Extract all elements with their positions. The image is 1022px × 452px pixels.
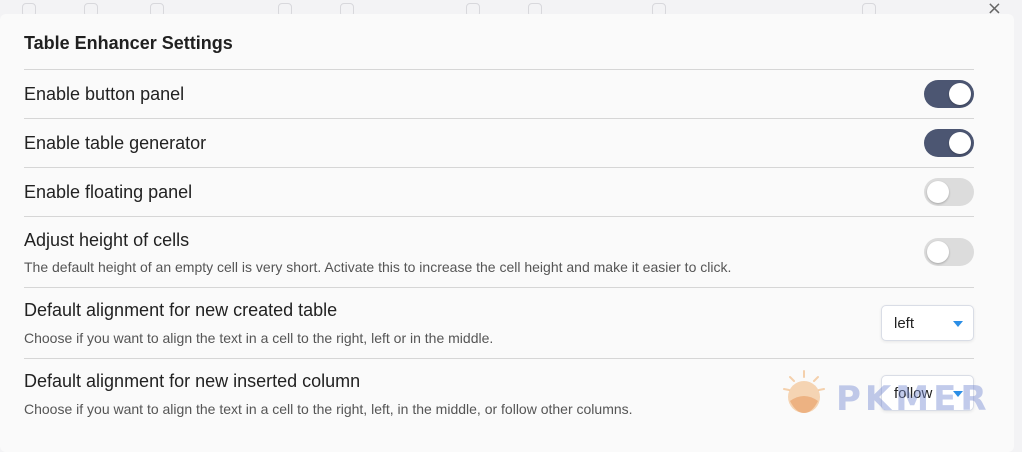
setting-description: Choose if you want to align the text in … <box>24 330 494 346</box>
chevron-down-icon <box>953 391 963 397</box>
chevron-down-icon <box>953 321 963 327</box>
setting-row-column-alignment: Default alignment for new inserted colum… <box>24 358 974 429</box>
cell-height-toggle[interactable] <box>924 238 974 266</box>
button-panel-toggle[interactable] <box>924 80 974 108</box>
setting-row-cell-height: Adjust height of cells The default heigh… <box>24 216 974 287</box>
settings-modal: × Table Enhancer Settings Enable button … <box>0 0 1014 452</box>
close-icon[interactable]: × <box>987 0 1002 18</box>
setting-description: The default height of an empty cell is v… <box>24 259 732 275</box>
setting-description: Choose if you want to align the text in … <box>24 401 633 417</box>
setting-label: Enable table generator <box>24 133 207 153</box>
setting-row-floating-panel: Enable floating panel <box>24 167 974 216</box>
table-generator-toggle[interactable] <box>924 129 974 157</box>
select-value: follow <box>894 385 933 402</box>
setting-row-button-panel: Enable button panel <box>24 69 974 118</box>
table-alignment-select[interactable]: left <box>881 305 974 341</box>
setting-row-table-generator: Enable table generator <box>24 118 974 167</box>
modal-title: Table Enhancer Settings <box>24 33 233 53</box>
setting-label: Default alignment for new created table <box>24 300 338 320</box>
toggle-knob <box>949 132 971 154</box>
column-alignment-select[interactable]: follow <box>881 375 974 411</box>
settings-list: Enable button panel Enable table generat… <box>24 69 974 429</box>
toggle-knob <box>949 83 971 105</box>
select-value: left <box>894 315 915 332</box>
setting-label: Adjust height of cells <box>24 230 190 250</box>
setting-label: Enable button panel <box>24 84 185 104</box>
floating-panel-toggle[interactable] <box>924 178 974 206</box>
setting-label: Default alignment for new inserted colum… <box>24 371 361 391</box>
toggle-knob <box>927 181 949 203</box>
setting-row-table-alignment: Default alignment for new created table … <box>24 287 974 358</box>
setting-label: Enable floating panel <box>24 182 193 202</box>
toggle-knob <box>927 241 949 263</box>
